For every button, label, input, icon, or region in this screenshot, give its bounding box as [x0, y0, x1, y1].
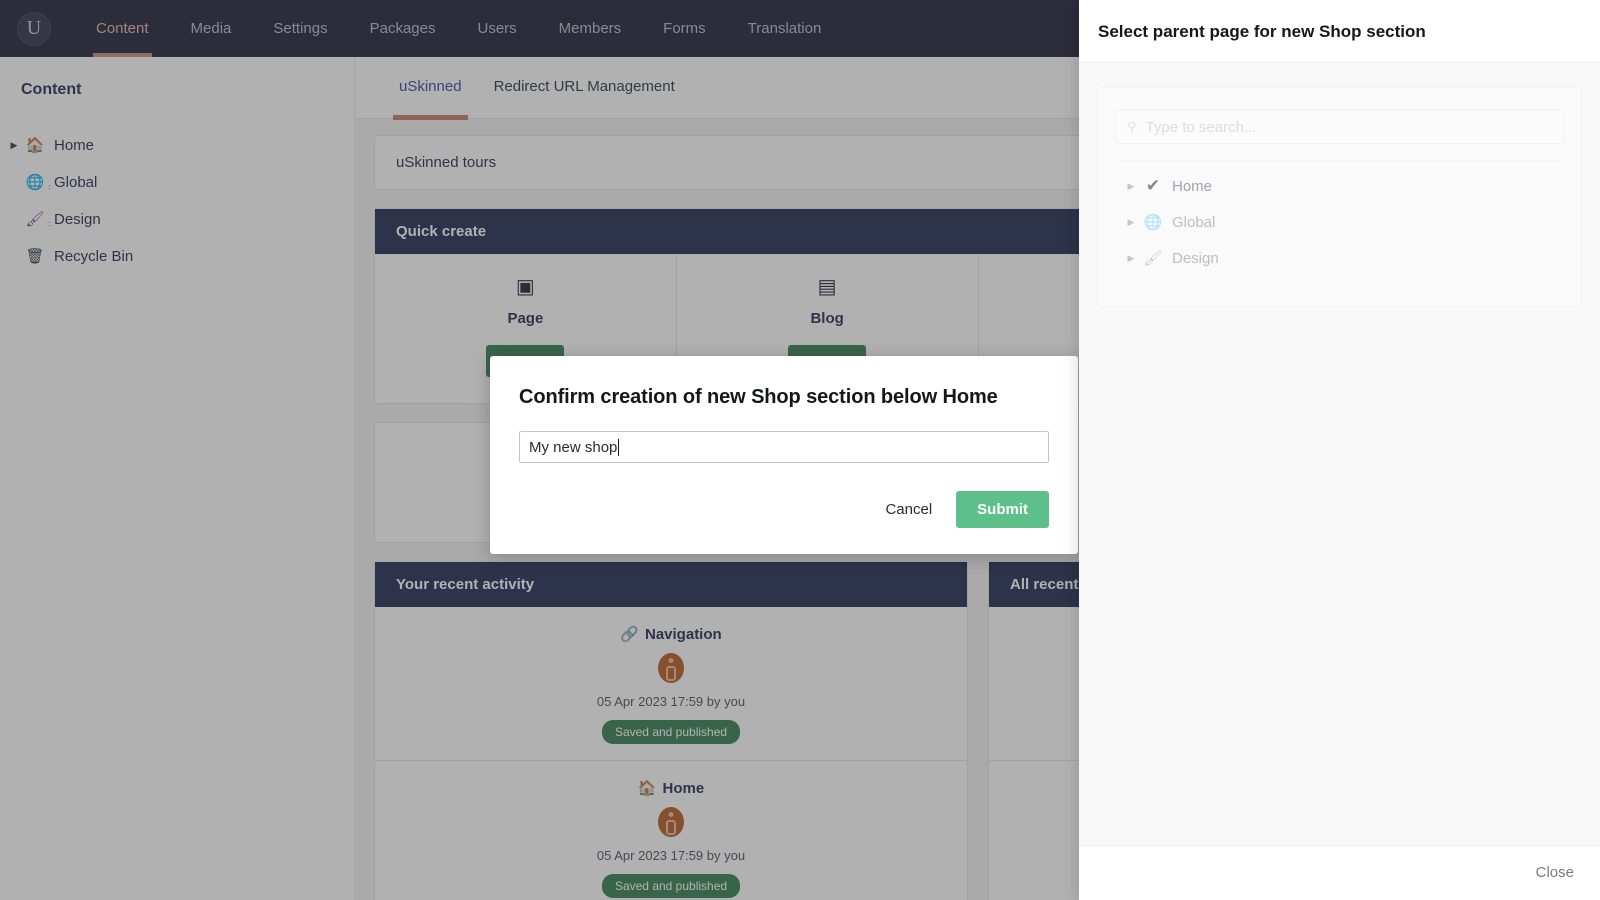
expand-caret-icon[interactable]: ▶: [1123, 253, 1139, 264]
panel-footer: Close: [1079, 845, 1600, 900]
picker-item-global[interactable]: ▶ 🌐 Global: [1115, 204, 1564, 240]
search-icon: ⚲: [1127, 119, 1137, 134]
tree-picker-card: ⚲ Type to search... ▶ ✔ Home ▶ 🌐 Global …: [1097, 87, 1582, 307]
divider: [1118, 161, 1561, 162]
expand-caret-icon[interactable]: ▶: [1123, 181, 1139, 192]
dialog-title: Confirm creation of new Shop section bel…: [519, 386, 998, 408]
picker-item-home[interactable]: ▶ ✔ Home: [1115, 168, 1564, 204]
close-button[interactable]: Close: [1536, 864, 1574, 881]
cancel-button[interactable]: Cancel: [871, 492, 946, 527]
section-name-input[interactable]: My new shop: [519, 431, 1049, 463]
picker-item-label: Home: [1172, 177, 1213, 195]
picker-item-label: Design: [1172, 249, 1219, 267]
dialog-actions: Cancel Submit: [519, 491, 1049, 528]
search-input[interactable]: ⚲ Type to search...: [1115, 110, 1564, 144]
text-cursor: [618, 438, 620, 456]
check-icon: ✔: [1145, 176, 1161, 195]
expand-caret-icon[interactable]: ▶: [1123, 217, 1139, 228]
panel-header: Select parent page for new Shop section: [1079, 0, 1600, 63]
panel-title: Select parent page for new Shop section: [1098, 22, 1426, 41]
confirm-creation-dialog: Confirm creation of new Shop section bel…: [490, 356, 1078, 554]
picker-item-design[interactable]: ▶ 🖌 Design: [1115, 240, 1564, 276]
picker-item-label: Global: [1172, 213, 1216, 231]
globe-icon: 🌐: [1143, 214, 1163, 231]
parent-page-picker-panel: Select parent page for new Shop section …: [1079, 0, 1600, 900]
panel-body: ⚲ Type to search... ▶ ✔ Home ▶ 🌐 Global …: [1079, 63, 1600, 845]
section-name-input-value: My new shop: [529, 438, 618, 456]
submit-button[interactable]: Submit: [956, 491, 1049, 528]
paint-icon: 🖌: [1143, 250, 1163, 267]
search-placeholder: Type to search...: [1145, 118, 1257, 136]
